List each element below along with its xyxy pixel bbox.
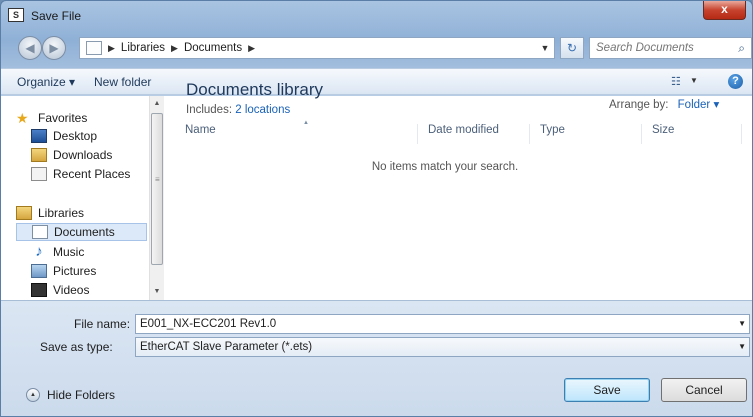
save-as-type-select[interactable]: EtherCAT Slave Parameter (*.ets) ▼ bbox=[135, 337, 750, 357]
breadcrumb-separator-icon[interactable]: ▶ bbox=[248, 43, 255, 54]
nav-music[interactable]: ♪ Music bbox=[31, 243, 84, 261]
save-options-panel: File name: ▼ Save as type: EtherCAT Slav… bbox=[1, 300, 752, 416]
hide-folders-button[interactable]: ▲ Hide Folders bbox=[26, 388, 115, 402]
scrollbar-thumb[interactable]: ≡ bbox=[151, 113, 163, 265]
nav-downloads[interactable]: Downloads bbox=[31, 146, 112, 164]
nav-libraries[interactable]: Libraries bbox=[16, 204, 84, 222]
downloads-icon bbox=[31, 148, 47, 162]
library-includes: Includes: 2 locations bbox=[186, 104, 290, 116]
libraries-icon bbox=[16, 206, 32, 220]
breadcrumb-separator-icon[interactable]: ▶ bbox=[108, 43, 115, 54]
nav-recent-places[interactable]: Recent Places bbox=[31, 165, 130, 183]
includes-label: Includes: bbox=[186, 104, 233, 116]
favorites-star-icon: ★ bbox=[16, 110, 29, 126]
navigation-scrollbar[interactable]: ▲ ≡ ▼ bbox=[149, 96, 164, 300]
organize-button[interactable]: Organize ▾ bbox=[17, 75, 75, 89]
collapse-icon: ▲ bbox=[26, 388, 40, 402]
address-bar[interactable]: ▶ Libraries ▶ Documents ▶ ▼ bbox=[79, 37, 555, 59]
locations-link[interactable]: 2 locations bbox=[235, 104, 290, 116]
window-title: Save File bbox=[31, 9, 82, 23]
documents-icon bbox=[32, 225, 48, 239]
library-icon bbox=[86, 41, 102, 55]
nav-pictures[interactable]: Pictures bbox=[31, 262, 96, 280]
search-input[interactable] bbox=[590, 38, 720, 58]
nav-favorites-label: Favorites bbox=[38, 111, 88, 125]
address-dropdown-icon[interactable]: ▼ bbox=[536, 43, 554, 53]
nav-documents[interactable]: Documents bbox=[16, 223, 147, 241]
new-folder-button[interactable]: New folder bbox=[94, 75, 151, 89]
scroll-up-icon[interactable]: ▲ bbox=[150, 96, 164, 112]
forward-button[interactable]: ▶ bbox=[42, 36, 66, 60]
column-type[interactable]: Type bbox=[530, 124, 642, 144]
views-dropdown-icon[interactable]: ▼ bbox=[690, 76, 698, 85]
cancel-button[interactable]: Cancel bbox=[661, 378, 747, 402]
grip-icon: ≡ bbox=[155, 175, 160, 184]
desktop-icon bbox=[31, 129, 47, 143]
sort-ascending-icon: ▲ bbox=[303, 120, 309, 126]
nav-documents-label: Documents bbox=[54, 225, 115, 239]
file-name-combobox[interactable]: ▼ bbox=[135, 314, 750, 334]
nav-videos-label: Videos bbox=[53, 283, 90, 297]
breadcrumb-libraries[interactable]: Libraries bbox=[121, 42, 165, 54]
music-icon: ♪ bbox=[35, 243, 43, 260]
close-button[interactable]: x bbox=[703, 1, 746, 20]
file-list-pane: Documents library Includes: 2 locations … bbox=[165, 80, 752, 300]
column-date-modified[interactable]: Date modified bbox=[418, 124, 530, 144]
hide-folders-label: Hide Folders bbox=[47, 388, 116, 402]
empty-results-message: No items match your search. bbox=[371, 161, 519, 173]
nav-pictures-label: Pictures bbox=[53, 264, 97, 278]
column-name-label: Name bbox=[185, 124, 216, 136]
nav-desktop[interactable]: Desktop bbox=[31, 127, 97, 145]
main-area: ★ Favorites Desktop Downloads Recent Pla… bbox=[1, 80, 752, 300]
command-toolbar: Organize ▾ New folder ☷ ▼ ? bbox=[1, 68, 752, 95]
save-as-type-label: Save as type: bbox=[40, 340, 113, 354]
breadcrumb-documents[interactable]: Documents bbox=[184, 42, 242, 54]
search-box[interactable]: ⌕ bbox=[589, 37, 752, 59]
help-icon[interactable]: ? bbox=[728, 74, 743, 89]
file-name-input[interactable] bbox=[140, 315, 730, 333]
navigation-row: ◀ ▶ ▶ Libraries ▶ Documents ▶ ▼ ↻ ⌕ bbox=[1, 33, 752, 63]
save-button[interactable]: Save bbox=[564, 378, 650, 402]
breadcrumb-separator-icon[interactable]: ▶ bbox=[171, 43, 178, 54]
pictures-icon bbox=[31, 264, 47, 278]
nav-libraries-label: Libraries bbox=[38, 206, 85, 220]
nav-recent-places-label: Recent Places bbox=[53, 167, 131, 181]
column-size[interactable]: Size bbox=[642, 124, 742, 144]
search-icon[interactable]: ⌕ bbox=[738, 41, 745, 56]
nav-music-label: Music bbox=[53, 245, 85, 259]
save-as-type-value: EtherCAT Slave Parameter (*.ets) bbox=[140, 341, 313, 353]
save-as-type-dropdown-icon[interactable]: ▼ bbox=[738, 338, 746, 356]
file-name-dropdown-icon[interactable]: ▼ bbox=[738, 315, 746, 333]
back-button[interactable]: ◀ bbox=[18, 36, 42, 60]
save-file-dialog: S Save File x ◀ ▶ ▶ Libraries ▶ Document… bbox=[0, 0, 753, 417]
library-title: Documents library bbox=[186, 80, 323, 99]
scroll-down-icon[interactable]: ▼ bbox=[150, 284, 164, 300]
column-name[interactable]: Name ▲ bbox=[175, 120, 418, 144]
recent-places-icon bbox=[31, 167, 47, 181]
refresh-button[interactable]: ↻ bbox=[560, 37, 584, 59]
views-icon[interactable]: ☷ bbox=[671, 75, 681, 88]
videos-icon bbox=[31, 283, 47, 297]
nav-videos[interactable]: Videos bbox=[31, 281, 89, 299]
arrange-by: Arrange by: Folder ▾ bbox=[609, 97, 719, 111]
nav-desktop-label: Desktop bbox=[53, 129, 98, 143]
nav-favorites[interactable]: ★ Favorites bbox=[16, 109, 87, 127]
arrange-by-dropdown[interactable]: Folder ▾ bbox=[678, 99, 720, 111]
nav-downloads-label: Downloads bbox=[53, 148, 113, 162]
app-icon: S bbox=[8, 8, 24, 22]
navigation-pane: ★ Favorites Desktop Downloads Recent Pla… bbox=[12, 96, 164, 300]
title-bar: S Save File x bbox=[1, 1, 752, 31]
column-headers: Name ▲ Date modified Type Size bbox=[175, 119, 750, 145]
file-name-label: File name: bbox=[74, 317, 131, 331]
arrange-by-label: Arrange by: bbox=[609, 99, 669, 111]
